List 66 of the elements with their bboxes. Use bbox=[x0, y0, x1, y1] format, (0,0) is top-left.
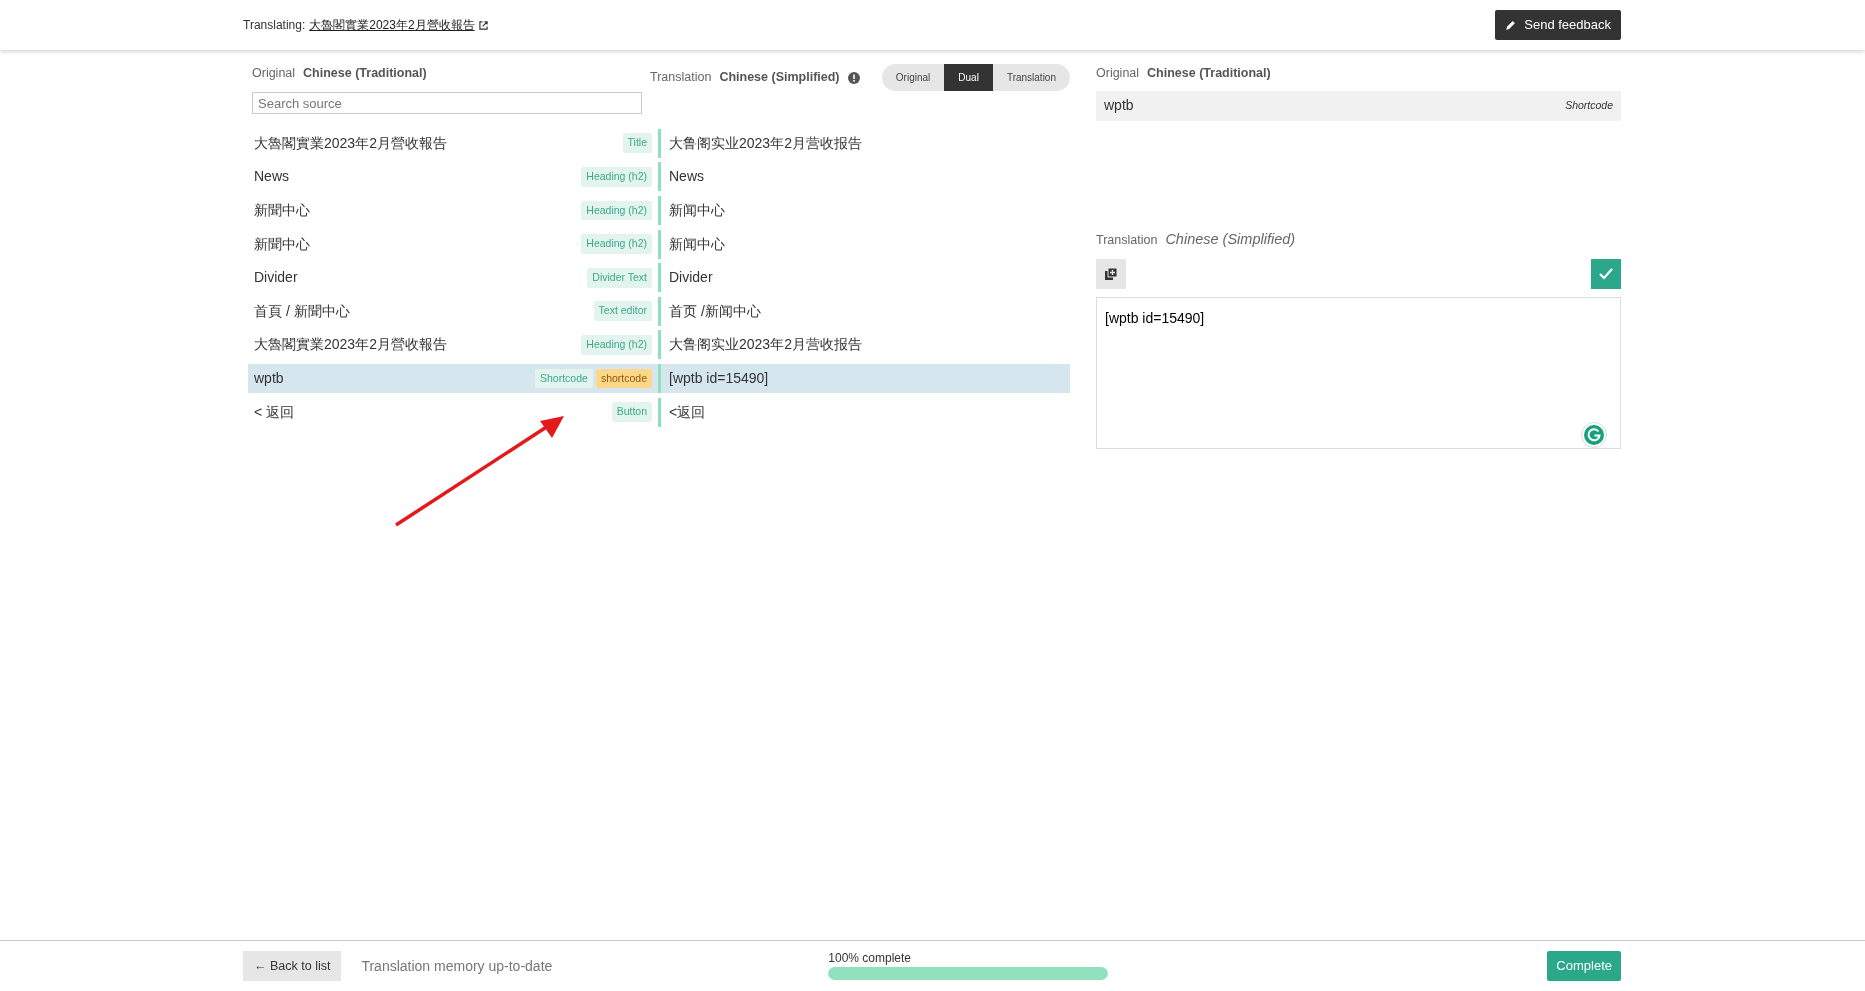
copy-icon[interactable] bbox=[1104, 267, 1118, 282]
type-tag: Heading (h2) bbox=[581, 166, 652, 187]
original-label: Original bbox=[1096, 65, 1140, 82]
segment-row[interactable]: 大魯閣實業2023年2月營收報告 Heading (h2) 大鲁阁实业2023年2月营收报告 bbox=[248, 330, 1070, 360]
source-text: 大魯閣實業2023年2月營收報告 bbox=[254, 133, 447, 153]
external-link-icon[interactable] bbox=[478, 20, 488, 30]
translation-text: 大鲁阁实业2023年2月营收报告 bbox=[669, 335, 862, 355]
translation-text: <返回 bbox=[669, 402, 706, 422]
original-text: wptb bbox=[1104, 96, 1134, 116]
source-text: < 返回 bbox=[254, 402, 295, 422]
page-link[interactable]: 大魯閣實業2023年2月營收報告 bbox=[309, 16, 475, 34]
view-toggle-tab[interactable]: Dual bbox=[944, 64, 993, 91]
type-tag: Text editor bbox=[593, 301, 652, 322]
source-text: 新聞中心 bbox=[254, 234, 310, 254]
column-label: Original bbox=[252, 65, 296, 82]
type-tag: Heading (h2) bbox=[581, 200, 652, 221]
progress-label: 100% complete bbox=[828, 949, 913, 967]
source-text: News bbox=[254, 167, 289, 187]
segment-row[interactable]: 大魯閣實業2023年2月營收報告 Title 大鲁阁实业2023年2月营收报告 bbox=[248, 128, 1070, 158]
column-label: Translation bbox=[650, 69, 712, 87]
type-tag: shortcode bbox=[595, 368, 652, 389]
source-text: wptb bbox=[254, 368, 284, 388]
type-tag: Button bbox=[611, 402, 652, 422]
segment-row[interactable]: News Heading (h2) News bbox=[248, 162, 1070, 192]
translation-text: 首页 /新闻中心 bbox=[669, 301, 761, 321]
source-text: 大魯閣實業2023年2月營收報告 bbox=[254, 335, 447, 355]
segment-row[interactable]: < 返回 Button <返回 bbox=[248, 397, 1070, 427]
view-toggle-tab[interactable]: Translation bbox=[992, 64, 1070, 91]
translation-text: Divider bbox=[669, 268, 713, 288]
type-tag: Heading (h2) bbox=[581, 334, 652, 355]
info-icon[interactable] bbox=[847, 71, 860, 84]
header-label: Translating: bbox=[243, 17, 306, 34]
back-to-list-button[interactable]: ← Back to list bbox=[243, 950, 342, 982]
type-tag: Heading (h2) bbox=[581, 234, 652, 254]
pencil-icon[interactable] bbox=[1505, 19, 1517, 31]
grammar-assistant-icon[interactable] bbox=[1581, 421, 1607, 448]
type-tag: Divider Text bbox=[587, 267, 652, 288]
translation-label: Translation bbox=[1096, 231, 1158, 249]
segment-row[interactable]: 新聞中心 Heading (h2) 新闻中心 bbox=[248, 195, 1070, 225]
segment-type: Shortcode bbox=[1565, 97, 1613, 113]
type-tag: Title bbox=[622, 133, 652, 154]
translation-text: 新闻中心 bbox=[669, 200, 725, 220]
copy-source-button[interactable] bbox=[1096, 258, 1126, 289]
language-label: Chinese (Simplified) bbox=[1165, 229, 1296, 249]
translation-field[interactable]: [wptb id=15490] bbox=[1096, 296, 1621, 449]
checkmark-icon[interactable] bbox=[1599, 268, 1613, 281]
memory-status: Translation memory up-to-date bbox=[361, 956, 553, 976]
type-tag: Shortcode bbox=[535, 368, 593, 389]
segment-row[interactable]: 首頁 / 新聞中心 Text editor 首页 /新闻中心 bbox=[248, 296, 1070, 326]
segment-row[interactable]: wptb Shortcode shortcode [wptb id=15490] bbox=[248, 363, 1070, 393]
segment-row[interactable]: Divider Divider Text Divider bbox=[248, 263, 1070, 293]
source-text: 新聞中心 bbox=[254, 200, 310, 220]
translation-text: [wptb id=15490] bbox=[669, 368, 769, 388]
save-button[interactable] bbox=[1591, 258, 1621, 289]
language-label: Chinese (Traditional) bbox=[303, 65, 427, 82]
send-feedback-button[interactable]: Send feedback bbox=[1495, 10, 1621, 40]
translation-text: 新闻中心 bbox=[669, 234, 725, 254]
segment-row[interactable]: 新聞中心 Heading (h2) 新闻中心 bbox=[248, 229, 1070, 259]
view-toggle-tab[interactable]: Original bbox=[881, 64, 945, 91]
translation-text: News bbox=[669, 167, 704, 187]
search-field[interactable]: Search source bbox=[252, 92, 642, 115]
language-label: Chinese (Simplified) bbox=[719, 69, 840, 87]
translation-text: 大鲁阁实业2023年2月营收报告 bbox=[669, 133, 862, 153]
source-text: 首頁 / 新聞中心 bbox=[254, 301, 350, 321]
language-label: Chinese (Traditional) bbox=[1147, 65, 1271, 82]
source-text: Divider bbox=[254, 268, 298, 288]
